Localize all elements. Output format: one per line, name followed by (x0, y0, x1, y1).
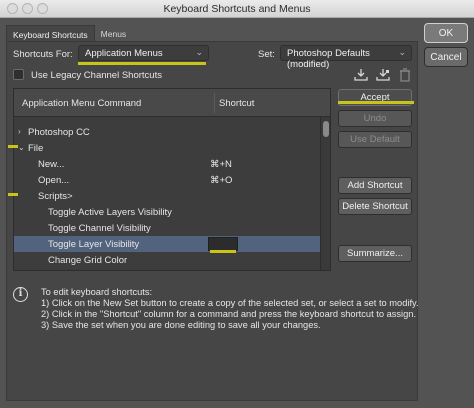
info-line: 3) Save the set when you are done editin… (41, 320, 321, 330)
row-label: File (28, 143, 44, 154)
info-line: 2) Click in the "Shortcut" column for a … (41, 309, 417, 319)
use-default-button[interactable]: Use Default (338, 131, 412, 148)
info-line: 1) Click on the New Set button to create… (41, 298, 419, 308)
chevron-down-icon: ⌄ (195, 47, 203, 57)
cancel-button[interactable]: Cancel (424, 47, 468, 67)
row-label: Change Grid Color (48, 255, 128, 266)
column-divider (214, 93, 215, 113)
table-row[interactable]: Change Grid Color (14, 252, 320, 268)
save-set-icon[interactable] (353, 68, 369, 82)
chevron-right-icon[interactable]: › (18, 127, 21, 136)
set-label: Set: (258, 49, 275, 60)
summarize-button[interactable]: Summarize... (338, 245, 412, 262)
tab-menus[interactable]: Menus (95, 25, 133, 42)
table-row[interactable]: New... ⌘+N (14, 156, 320, 172)
shortcut-entry-field[interactable] (208, 237, 238, 251)
row-label: Toggle Layer Visibility (48, 239, 140, 250)
row-label: Toggle Channel Visibility (48, 223, 151, 234)
delete-set-icon[interactable] (397, 68, 413, 82)
chevron-down-icon: ⌄ (398, 47, 406, 57)
table-row[interactable]: Toggle Channel Visibility (14, 220, 320, 236)
highlight-mark (8, 145, 18, 148)
ok-button[interactable]: OK (424, 23, 468, 43)
set-select[interactable]: Photoshop Defaults (modified) ⌄ (280, 45, 412, 70)
scrollbar-thumb[interactable] (323, 121, 329, 137)
column-header-shortcut: Shortcut (219, 98, 255, 109)
row-label: Toggle Active Layers Visibility (48, 207, 172, 218)
row-label: Photoshop CC (28, 127, 90, 138)
shortcuts-for-value: Application Menus (85, 48, 163, 59)
table-row[interactable]: ⌄ File (14, 140, 320, 156)
table-scrollbar[interactable] (320, 117, 330, 270)
window-titlebar: Keyboard Shortcuts and Menus (0, 0, 474, 18)
column-header-command: Application Menu Command (22, 98, 142, 109)
chevron-down-icon[interactable]: ⌄ (18, 143, 25, 152)
row-label: New... (38, 159, 65, 170)
table-row-selected[interactable]: Toggle Layer Visibility (14, 236, 320, 252)
highlight-mark (8, 193, 18, 196)
save-as-new-set-icon[interactable] (375, 68, 391, 82)
add-shortcut-button[interactable]: Add Shortcut (338, 177, 412, 194)
table-row[interactable]: Toggle Active Layers Visibility (14, 204, 320, 220)
shortcuts-for-label: Shortcuts For: (13, 49, 73, 60)
legacy-channel-checkbox[interactable] (13, 69, 24, 80)
tab-keyboard-shortcuts[interactable]: Keyboard Shortcuts (6, 25, 95, 42)
highlight-mark (78, 62, 206, 65)
info-icon: i (13, 287, 28, 302)
shortcuts-table: Application Menu Command Shortcut › Phot… (13, 88, 331, 271)
table-row[interactable]: › Photoshop CC (14, 124, 320, 140)
row-label: Open... (38, 175, 70, 186)
undo-button[interactable]: Undo (338, 110, 412, 127)
row-shortcut[interactable]: ⌘+N (210, 159, 232, 170)
row-label: Scripts> (38, 191, 73, 202)
row-shortcut[interactable]: ⌘+O (210, 175, 232, 186)
info-line: To edit keyboard shortcuts: (41, 287, 153, 297)
table-row[interactable]: Scripts> (14, 188, 320, 204)
legacy-channel-label: Use Legacy Channel Shortcuts (31, 70, 162, 81)
highlight-mark (210, 250, 236, 253)
delete-shortcut-button[interactable]: Delete Shortcut (338, 198, 412, 215)
table-row[interactable]: Open... ⌘+O (14, 172, 320, 188)
tab-bar: Keyboard Shortcuts Menus (6, 25, 132, 42)
window-title: Keyboard Shortcuts and Menus (163, 3, 311, 15)
highlight-mark (338, 101, 414, 104)
shortcuts-for-select[interactable]: Application Menus ⌄ (78, 45, 209, 61)
table-header: Application Menu Command Shortcut (14, 89, 330, 117)
